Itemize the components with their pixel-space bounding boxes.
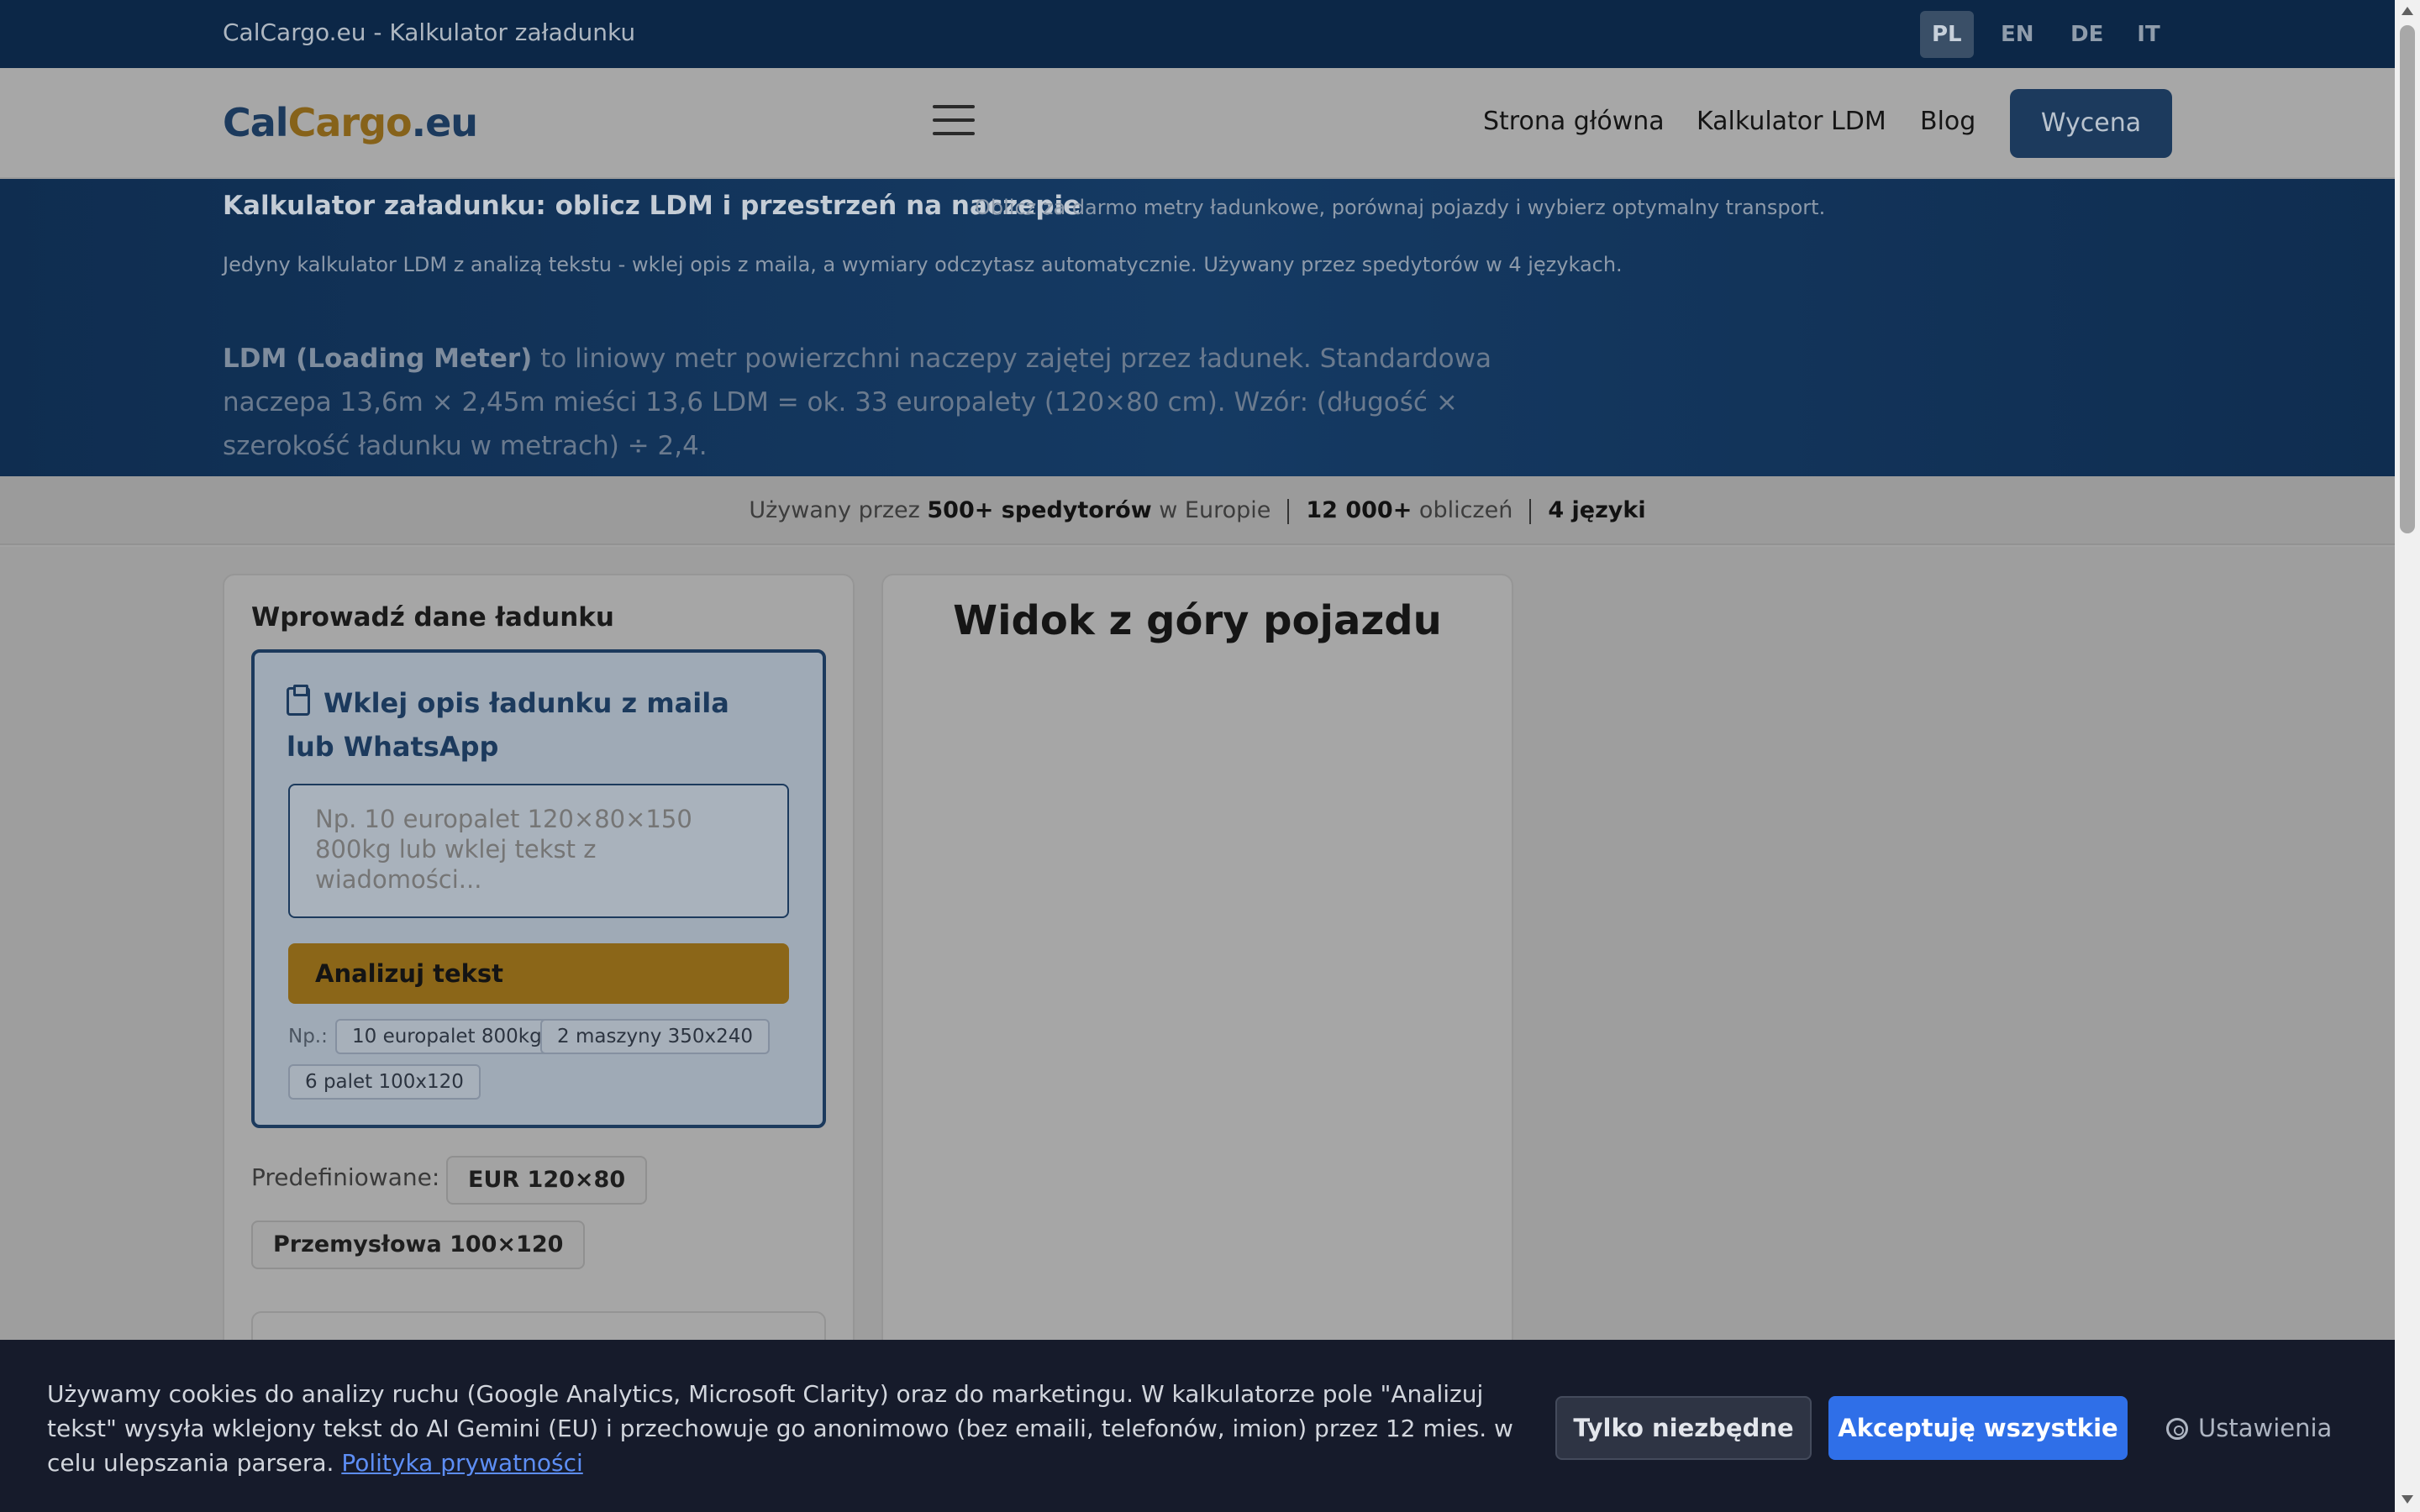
- predefined-eur-pallet-button[interactable]: EUR 120×80: [446, 1156, 648, 1205]
- site-title: CalCargo.eu - Kalkulator załadunku: [223, 18, 636, 46]
- ldm-definition: LDM (Loading Meter) to liniowy metr powi…: [223, 337, 1534, 468]
- stats-divider: [1287, 498, 1290, 524]
- necessary-only-button[interactable]: Tylko niezbędne: [1555, 1396, 1812, 1460]
- hero-tagline: Jedyny kalkulator LDM z analizą tekstu -…: [223, 253, 1623, 276]
- analyze-text-button[interactable]: Analizuj tekst: [288, 943, 789, 1004]
- predefined-label: Predefiniowane:: [251, 1163, 440, 1191]
- stats-languages: 4 języki: [1548, 497, 1646, 523]
- cookie-settings-label: Ustawienia: [2198, 1414, 2333, 1442]
- nav-home[interactable]: Strona główna: [1483, 107, 1665, 136]
- clipboard-icon: [287, 685, 310, 716]
- hero: Kalkulator załadunku: oblicz LDM i przes…: [0, 179, 2395, 476]
- stats-calculations: 12 000+: [1306, 497, 1413, 523]
- top-bar: CalCargo.eu - Kalkulator załadunku PL EN…: [0, 0, 2395, 68]
- logo[interactable]: CalCargo.eu: [223, 100, 478, 145]
- privacy-policy-link[interactable]: Polityka prywatności: [341, 1449, 582, 1477]
- logo-part-cal: Cal: [223, 100, 289, 145]
- scroll-up-arrow-icon[interactable]: [2402, 7, 2413, 15]
- paste-text-panel: Wklej opis ładunku z maila lub WhatsApp …: [251, 649, 826, 1128]
- example-chip[interactable]: 2 maszyny 350x240: [540, 1019, 771, 1054]
- stats-forwarders: 500+ spedytorów: [927, 497, 1152, 523]
- page-title: Kalkulator załadunku: oblicz LDM i przes…: [223, 191, 1081, 221]
- scrollbar-thumb[interactable]: [2400, 25, 2415, 533]
- page-scrollbar[interactable]: [2395, 0, 2420, 1512]
- scroll-down-arrow-icon[interactable]: [2402, 1495, 2413, 1504]
- logo-part-cargo: Cargo: [287, 100, 413, 145]
- lang-en[interactable]: EN: [1989, 11, 2046, 58]
- predefined-industrial-pallet-button[interactable]: Przemysłowa 100×120: [251, 1221, 586, 1269]
- logo-part-eu: .eu: [411, 100, 478, 145]
- cookie-settings-button[interactable]: Ustawienia: [2166, 1396, 2332, 1460]
- quote-button[interactable]: Wycena: [2010, 89, 2172, 158]
- paste-panel-title: Wklej opis ładunku z maila lub WhatsApp: [287, 681, 757, 769]
- examples-label: Np.:: [288, 1026, 328, 1047]
- gear-icon: [2166, 1418, 2188, 1440]
- example-chip[interactable]: 6 palet 100x120: [288, 1064, 481, 1100]
- paste-textarea[interactable]: [288, 784, 789, 918]
- hamburger-menu-icon[interactable]: [933, 105, 975, 139]
- lang-it[interactable]: IT: [2123, 11, 2175, 58]
- accept-all-button[interactable]: Akceptuję wszystkie: [1828, 1396, 2128, 1460]
- nav-ldm-calculator[interactable]: Kalkulator LDM: [1697, 107, 1886, 136]
- vehicle-top-view-heading: Widok z góry pojazdu: [953, 597, 1442, 644]
- lang-pl[interactable]: PL: [1920, 11, 1974, 58]
- paste-panel-title-text: Wklej opis ładunku z maila lub WhatsApp: [287, 687, 729, 763]
- stats-bar: Używany przez 500+ spedytorów w Europie 1…: [0, 476, 2395, 545]
- stats-forwarders-suffix: w Europie: [1151, 497, 1271, 523]
- example-chip[interactable]: 10 europalet 800kg: [335, 1019, 559, 1054]
- ldm-term: LDM (Loading Meter): [223, 344, 533, 374]
- nav-blog[interactable]: Blog: [1920, 107, 1975, 136]
- cargo-input-heading: Wprowadź dane ładunku: [251, 602, 614, 633]
- stats-divider: [1529, 498, 1532, 524]
- cookie-text: Używamy cookies do analizy ruchu (Google…: [47, 1377, 1526, 1480]
- hero-subtitle: Oblicz za darmo metry ładunkowe, porówna…: [975, 196, 1826, 219]
- cookie-message: Używamy cookies do analizy ruchu (Google…: [47, 1380, 1513, 1477]
- cookie-banner: Używamy cookies do analizy ruchu (Google…: [0, 1340, 2395, 1512]
- main-header: CalCargo.eu Strona główna Kalkulator LDM…: [0, 68, 2395, 179]
- stats-calculations-suffix: obliczeń: [1412, 497, 1513, 523]
- lang-de[interactable]: DE: [2059, 11, 2115, 58]
- stats-prefix: Używany przez: [749, 497, 928, 523]
